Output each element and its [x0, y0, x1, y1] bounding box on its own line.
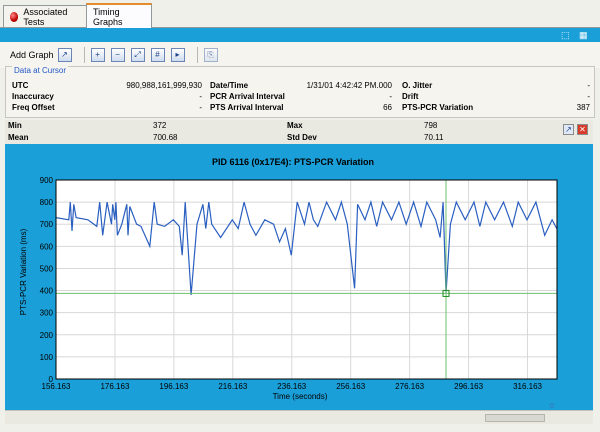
toolbar-separator	[196, 47, 198, 63]
zoom-fit-icon: ⤢	[130, 48, 145, 62]
x-tick-label: 216.163	[218, 382, 247, 391]
std-dev-label: Std Dev	[287, 133, 317, 142]
tab-timing-graphs-label: Timing Graphs	[93, 6, 123, 27]
zoom-in-icon: +	[90, 48, 105, 62]
x-tick-label: 296.163	[454, 382, 483, 391]
cursor-row: UTC 980,988,161,999,930 Date/Time 1/31/0…	[12, 81, 592, 92]
y-tick-label: 800	[40, 198, 54, 207]
stop-icon	[10, 11, 19, 22]
pts-pcr-chart[interactable]: PID 6116 (0x17E4): PTS-PCR Variation Tim…	[5, 144, 593, 410]
mean-label: Mean	[8, 133, 29, 142]
stats-row: Min 372 Max 798	[5, 120, 593, 132]
add-graph-icon: ↗	[57, 48, 72, 62]
x-axis-label: Time (seconds)	[273, 392, 328, 401]
freq-offset-label: Freq Offset	[12, 103, 55, 112]
y-tick-label: 400	[40, 287, 54, 296]
grid-icon: #	[150, 48, 165, 62]
tab-associated-tests-label: Associated Tests	[23, 6, 68, 27]
utc-label: UTC	[12, 81, 29, 90]
zoom-out-button[interactable]: −	[110, 46, 129, 64]
x-tick-label: 156.163	[42, 382, 71, 391]
graph-properties-icon[interactable]: ↗	[563, 124, 574, 135]
copy-icon: ⎘	[203, 48, 218, 62]
toolbar-separator	[83, 47, 85, 63]
max-label: Max	[287, 121, 303, 130]
tab-associated-tests[interactable]: Associated Tests	[3, 5, 87, 27]
zoom-fit-button[interactable]: ⤢	[130, 46, 149, 64]
graph-toolbar: Add Graph ↗ + − ⤢ # ▸ ⎘	[0, 42, 600, 68]
add-graph-button[interactable]: Add Graph ↗	[10, 46, 76, 64]
utc-value: 980,988,161,999,930	[126, 81, 202, 90]
pcr-arrival-value: -	[389, 92, 392, 101]
graph-stats-header: Min 372 Max 798 Mean 700.68 Std Dev 70.1…	[5, 120, 593, 144]
tab-strip: Associated Tests Timing Graphs	[0, 0, 600, 28]
y-tick-label: 500	[40, 264, 54, 273]
chart-title: PID 6116 (0x17E4): PTS-PCR Variation	[212, 157, 374, 167]
freq-offset-value: -	[199, 103, 202, 112]
std-dev-value: 70.11	[424, 133, 444, 142]
scrollbar-thumb[interactable]	[485, 414, 545, 422]
stats-row: Mean 700.68 Std Dev 70.11	[5, 132, 593, 144]
cursor-row: Freq Offset - PTS Arrival Interval 66 PT…	[12, 103, 592, 114]
y-tick-label: 100	[40, 353, 54, 362]
add-graph-label: Add Graph	[10, 50, 54, 60]
datetime-label: Date/Time	[210, 81, 249, 90]
zoom-in-button[interactable]: +	[90, 46, 109, 64]
zoom-out-icon: −	[110, 48, 125, 62]
panel-header-bar: ⬚ ▦	[0, 28, 600, 42]
pts-arrival-label: PTS Arrival Interval	[210, 103, 284, 112]
pcr-arrival-label: PCR Arrival Interval	[210, 92, 285, 101]
layout-menu-icon[interactable]: ▦	[579, 30, 591, 40]
y-tick-label: 700	[40, 220, 54, 229]
grid-toggle-button[interactable]: #	[150, 46, 169, 64]
tab-timing-graphs[interactable]: Timing Graphs	[86, 3, 152, 28]
inaccuracy-value: -	[199, 92, 202, 101]
drift-label: Drift	[402, 92, 419, 101]
graph-scrollbar[interactable]: 0	[5, 403, 593, 424]
x-tick-label: 236.163	[277, 382, 306, 391]
x-tick-label: 256.163	[336, 382, 365, 391]
datetime-value: 1/31/01 4:42:42 PM.000	[306, 81, 392, 90]
ojitter-label: O. Jitter	[402, 81, 433, 90]
min-value: 372	[153, 121, 167, 130]
y-tick-label: 600	[40, 242, 54, 251]
timing-graph-area[interactable]: PID 6116 (0x17E4): PTS-PCR Variation Tim…	[5, 144, 593, 410]
mean-value: 700.68	[153, 133, 178, 142]
min-label: Min	[8, 121, 22, 130]
copy-button[interactable]: ⎘	[203, 46, 222, 64]
cursor-row: Inaccuracy - PCR Arrival Interval - Drif…	[12, 92, 592, 103]
export-icon: ▸	[170, 48, 185, 62]
x-tick-label: 316.163	[513, 382, 542, 391]
close-graph-icon[interactable]: ✕	[577, 124, 588, 135]
drift-value: -	[587, 92, 590, 101]
y-tick-label: 200	[40, 331, 54, 340]
data-at-cursor-panel: Data at Cursor UTC 980,988,161,999,930 D…	[5, 66, 595, 118]
x-tick-label: 196.163	[159, 382, 188, 391]
x-tick-label: 276.163	[395, 382, 424, 391]
inaccuracy-label: Inaccuracy	[12, 92, 54, 101]
dotted-selection-icon[interactable]: ⬚	[561, 30, 573, 40]
scroll-marker: 0	[550, 403, 554, 410]
max-value: 798	[424, 121, 438, 130]
y-tick-label: 900	[40, 176, 54, 185]
pts-pcr-value: 387	[576, 103, 590, 112]
ojitter-value: -	[587, 81, 590, 90]
pts-arrival-value: 66	[383, 103, 392, 112]
data-at-cursor-legend: Data at Cursor	[12, 66, 69, 75]
pts-pcr-label: PTS-PCR Variation	[402, 103, 474, 112]
y-axis-label: PTS-PCR Variation (ms)	[19, 228, 28, 315]
export-button[interactable]: ▸	[170, 46, 189, 64]
y-tick-label: 300	[40, 309, 54, 318]
x-tick-label: 176.163	[100, 382, 129, 391]
